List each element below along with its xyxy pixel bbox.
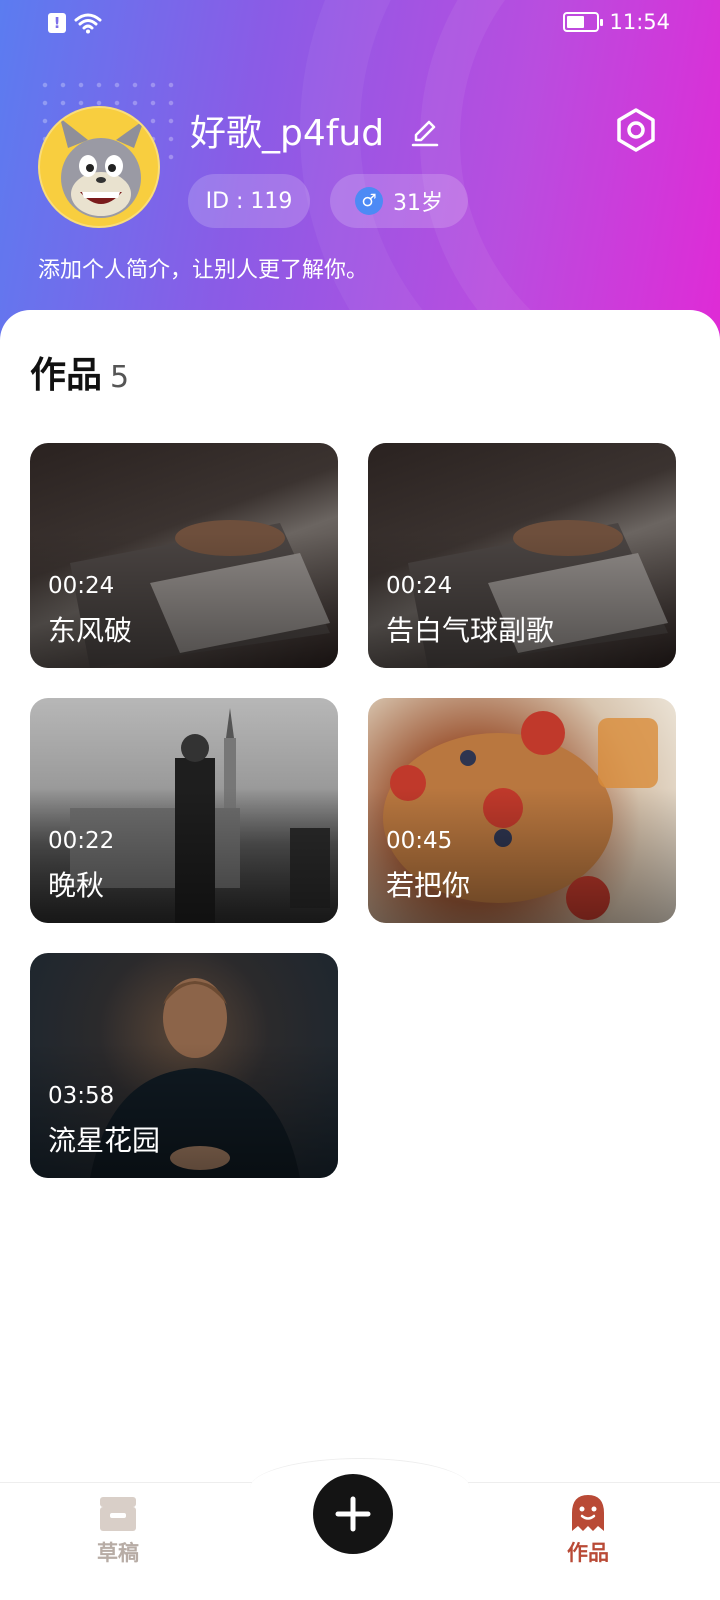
work-card[interactable]: 03:58 流星花园 [30, 953, 338, 1178]
tab-drafts[interactable]: 草稿 [78, 1493, 158, 1567]
work-duration: 00:45 [386, 828, 453, 854]
username: 好歌_p4fud [190, 113, 385, 154]
plus-icon [335, 1496, 371, 1532]
tab-works[interactable]: 作品 [548, 1493, 628, 1567]
settings-icon[interactable] [612, 106, 660, 154]
work-card[interactable]: 00:22 晚秋 [30, 698, 338, 923]
user-id-text: ID : 119 [205, 188, 293, 214]
works-section: 作品 5 00:24 东风破 00:24 告白气球副歌 00:22 晚秋 00:… [0, 310, 720, 1490]
wifi-icon [74, 13, 102, 34]
profile-header: ! 11:54 好歌_p4fud ID: 119 ♂ 31岁 添加个人简介，让… [0, 0, 720, 360]
tab-works-label: 作品 [567, 1541, 609, 1565]
avatar[interactable] [38, 106, 160, 228]
work-duration: 03:58 [48, 1083, 115, 1109]
edit-icon[interactable] [408, 116, 442, 150]
drafts-icon [100, 1497, 136, 1531]
battery-icon [563, 12, 604, 32]
work-title: 告白气球副歌 [386, 614, 555, 647]
works-count: 5 [110, 360, 130, 395]
bio-text[interactable]: 添加个人简介，让别人更了解你。 [38, 252, 368, 284]
works-title: 作品 [30, 355, 103, 396]
works-heading: 作品 5 [30, 346, 129, 398]
gender-age-badge: ♂ 31岁 [330, 174, 468, 228]
age-text: 31岁 [393, 191, 443, 216]
work-title: 流星花园 [48, 1124, 161, 1157]
work-duration: 00:22 [48, 828, 115, 854]
work-duration: 00:24 [48, 573, 115, 599]
user-id-badge: ID : 119 [188, 174, 310, 228]
work-duration: 00:24 [386, 573, 453, 599]
works-icon [572, 1495, 604, 1531]
male-icon: ♂ [355, 187, 383, 215]
status-time: 11:54 [609, 10, 670, 34]
work-card[interactable]: 00:45 若把你 [368, 698, 676, 923]
work-card[interactable]: 00:24 告白气球副歌 [368, 443, 676, 668]
work-card[interactable]: 00:24 东风破 [30, 443, 338, 668]
work-title: 晚秋 [48, 869, 105, 902]
status-bar: ! 11:54 [0, 0, 720, 50]
work-title: 若把你 [386, 869, 471, 902]
tab-drafts-label: 草稿 [97, 1541, 139, 1565]
work-title: 东风破 [48, 614, 133, 647]
cartoon-cat-avatar [60, 118, 144, 218]
alert-icon: ! [48, 13, 66, 33]
create-button[interactable] [313, 1474, 393, 1554]
